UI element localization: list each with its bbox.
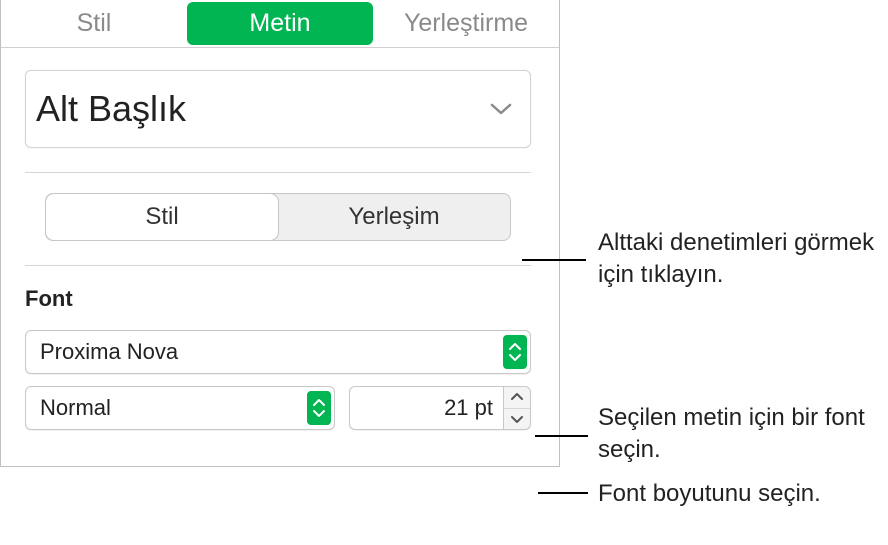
font-family-select[interactable]: Proxima Nova — [25, 330, 531, 374]
callout-line — [535, 435, 588, 437]
tab-stil[interactable]: Stil — [1, 0, 187, 47]
font-weight-select[interactable]: Normal — [25, 386, 335, 430]
paragraph-style-select[interactable]: Alt Başlık — [25, 70, 531, 148]
callout-segmented: Alttaki denetimleri görmek için tıklayın… — [598, 227, 878, 292]
callout-size: Font boyutunu seçin. — [598, 478, 888, 510]
segmented-yerlesim-label: Yerleşim — [348, 203, 439, 231]
font-weight-label: Normal — [40, 395, 111, 421]
font-size-value: 21 pt — [444, 395, 493, 421]
font-size-increase[interactable] — [504, 387, 530, 409]
font-heading: Font — [25, 286, 531, 312]
font-size-input[interactable]: 21 pt — [349, 386, 503, 430]
updown-icon — [503, 335, 527, 369]
tab-metin-label: Metin — [249, 9, 310, 38]
divider — [25, 265, 531, 266]
font-family-label: Proxima Nova — [40, 339, 178, 365]
divider — [25, 172, 531, 173]
segmented-stil[interactable]: Stil — [46, 194, 278, 240]
tab-yerlestirme[interactable]: Yerleştirme — [373, 0, 559, 47]
callout-line — [538, 492, 588, 494]
paragraph-style-label: Alt Başlık — [36, 88, 186, 130]
segmented-stil-label: Stil — [145, 203, 178, 231]
font-size-stepper — [503, 386, 531, 430]
top-tabs: Stil Metin Yerleştirme — [1, 0, 559, 48]
callout-family: Seçilen metin için bir font seçin. — [598, 402, 878, 467]
font-size-decrease[interactable] — [504, 409, 530, 430]
tab-yerlestirme-label: Yerleştirme — [404, 9, 528, 38]
format-panel: Stil Metin Yerleştirme Alt Başlık Stil Y… — [0, 0, 560, 467]
chevron-down-icon — [490, 102, 512, 116]
segmented-yerlesim[interactable]: Yerleşim — [278, 194, 510, 240]
font-size-group: 21 pt — [349, 386, 531, 430]
callout-line — [522, 259, 586, 261]
updown-icon — [307, 391, 331, 425]
segmented-control: Stil Yerleşim — [45, 193, 511, 241]
tab-metin[interactable]: Metin — [187, 2, 373, 45]
tab-stil-label: Stil — [77, 9, 112, 38]
panel-content: Alt Başlık Stil Yerleşim Font Proxima No… — [1, 48, 559, 466]
